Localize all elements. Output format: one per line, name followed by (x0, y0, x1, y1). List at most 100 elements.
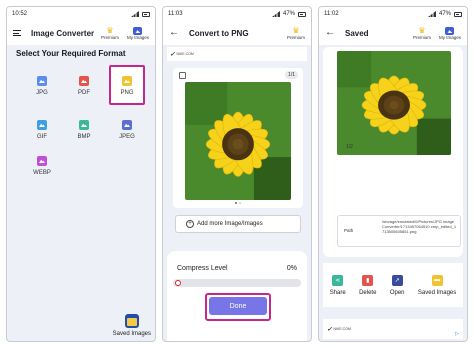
add-more-images-button[interactable]: + Add more Image/Images (175, 215, 301, 233)
status-bar: 11:03 47% (163, 7, 311, 21)
screen-saved: 11:02 47% ← Saved ♛ Premium My Images 1/… (318, 6, 468, 342)
image-counter: 1/1 (285, 71, 298, 79)
my-images-button[interactable]: My Images (126, 26, 149, 40)
premium-button[interactable]: ♛ Premium (100, 25, 119, 40)
signal-icon (131, 11, 139, 17)
sunflower-image (185, 82, 291, 200)
screen-convert-to-png: 11:03 47% ← Convert to PNG ♛ Premium ✓ NI… (162, 6, 312, 342)
battery-percent: 47% (282, 11, 295, 17)
app-bar: ← Convert to PNG ♛ Premium (163, 21, 311, 45)
share-icon: ⋖ (332, 274, 344, 286)
folder-icon (124, 314, 139, 328)
bmp-icon (79, 120, 89, 130)
format-webp-button[interactable]: WEBP (27, 149, 57, 183)
delete-icon: ▮ (362, 274, 374, 286)
webp-icon (37, 156, 47, 166)
format-pdf-button[interactable]: PDF (69, 69, 99, 103)
status-time: 11:03 (168, 11, 183, 17)
slider-knob[interactable] (175, 280, 181, 286)
nike-logo-icon: ✓ (327, 326, 332, 333)
image-counter: 1/2 (346, 144, 353, 150)
status-time: 10:52 (12, 11, 28, 17)
screen-image-converter: 10:52 Image Converter ♛ Premium My Images… (6, 6, 156, 342)
format-label: JPEG (119, 134, 135, 140)
status-bar: 11:02 47% (319, 7, 467, 21)
crop-icon[interactable] (179, 72, 186, 79)
format-png-button[interactable]: PNG (112, 69, 142, 103)
image-icon (445, 26, 455, 35)
action-label: Delete (359, 289, 377, 296)
compress-value: 0% (286, 265, 297, 272)
carousel-dots (235, 202, 241, 204)
nike-logo-icon: ✓ (170, 51, 175, 58)
my-images-label: My Images (438, 34, 461, 40)
app-bar: ← Saved ♛ Premium My Images (319, 21, 467, 45)
crown-icon: ♛ (418, 25, 426, 35)
path-label: Path (344, 228, 354, 233)
format-bmp-button[interactable]: BMP (69, 113, 99, 147)
page-title: Saved (345, 28, 369, 38)
compress-slider[interactable] (173, 279, 301, 287)
add-more-label: Add more Image/Images (197, 221, 263, 227)
back-arrow-icon[interactable]: ← (169, 28, 179, 38)
crown-icon: ♛ (106, 25, 114, 35)
my-images-label: My Images (126, 34, 149, 40)
action-label: Share (329, 289, 346, 296)
battery-icon (454, 11, 462, 17)
format-label: WEBP (33, 170, 51, 176)
signal-icon (271, 11, 280, 17)
pdf-icon (79, 76, 89, 86)
ad-banner[interactable]: ✓ NIKE.COM (167, 47, 307, 61)
format-label: PDF (78, 90, 90, 96)
battery-percent: 47% (438, 11, 451, 17)
sunflower-image (337, 51, 451, 155)
action-label: Open (389, 289, 405, 296)
page-title: Convert to PNG (189, 28, 249, 38)
action-label: Saved Images (417, 289, 457, 296)
premium-button[interactable]: ♛ Premium (286, 25, 305, 40)
image-icon (133, 26, 143, 35)
format-jpeg-button[interactable]: JPEG (112, 113, 142, 147)
premium-label: Premium (100, 34, 119, 40)
folder-icon: ▬ (431, 274, 443, 286)
delete-button[interactable]: ▮ Delete (359, 274, 377, 296)
plus-circle-icon: + (186, 220, 194, 228)
format-gif-button[interactable]: GIF (27, 113, 57, 147)
premium-label: Premium (286, 34, 305, 40)
saved-images-button[interactable]: ▬ Saved Images (417, 274, 457, 296)
menu-icon[interactable] (13, 30, 21, 36)
ad-brand: NIKE.COM (333, 327, 351, 331)
png-icon (122, 76, 132, 86)
done-button[interactable]: Done (209, 297, 267, 315)
app-bar: Image Converter ♛ Premium My Images (7, 21, 155, 45)
saved-images-button[interactable]: Saved Images (113, 314, 151, 337)
ad-banner[interactable]: ✓ NIKE.COM ▷ (323, 319, 463, 339)
format-label: JPG (36, 90, 48, 96)
premium-button[interactable]: ♛ Premium (412, 25, 431, 40)
back-arrow-icon[interactable]: ← (325, 28, 335, 38)
path-value: /storage/emulated/0/Pictures/JPG Image C… (382, 219, 457, 234)
section-heading: Select Your Required Format (16, 49, 126, 58)
compress-label: Compress Level (177, 265, 228, 272)
saved-images-label: Saved Images (112, 331, 151, 337)
jpg-icon (37, 76, 47, 86)
premium-label: Premium (412, 34, 431, 40)
image-preview-card: 1/1 (173, 68, 303, 208)
format-label: PNG (120, 90, 134, 96)
jpeg-icon (122, 120, 132, 130)
signal-icon (427, 11, 436, 17)
path-info-box: Path /storage/emulated/0/Pictures/JPG Im… (337, 215, 461, 247)
crown-icon: ♛ (292, 25, 300, 35)
format-jpg-button[interactable]: JPG (27, 69, 57, 103)
status-time: 11:02 (324, 11, 339, 17)
battery-icon (298, 11, 306, 17)
battery-icon (142, 11, 150, 17)
my-images-button[interactable]: My Images (438, 26, 461, 40)
ad-choices-icon[interactable]: ▷ (455, 331, 459, 337)
open-button[interactable]: ↗ Open (389, 274, 405, 296)
action-bar: ⋖ Share ▮ Delete ↗ Open ▬ Saved Images (323, 263, 463, 307)
gif-icon (37, 120, 47, 130)
share-button[interactable]: ⋖ Share (329, 274, 346, 296)
open-icon: ↗ (391, 274, 403, 286)
format-label: BMP (77, 134, 91, 140)
